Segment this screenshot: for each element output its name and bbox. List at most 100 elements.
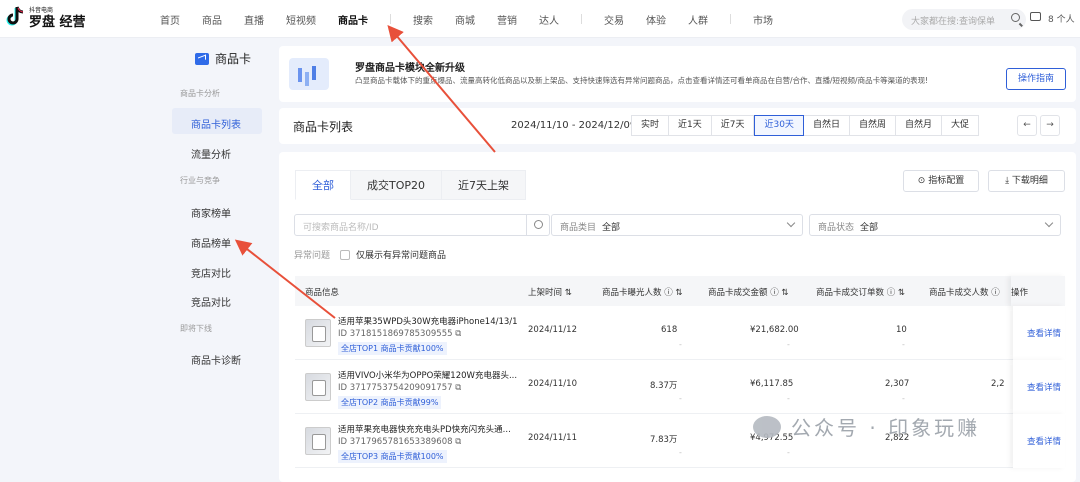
period-1-day[interactable]: 近1天 <box>669 115 712 136</box>
sidebar-group-industry-competition: 行业与竞争 <box>180 176 220 185</box>
listing-date: 2024/11/11 <box>528 433 577 443</box>
period-natural-month[interactable]: 自然月 <box>895 115 942 136</box>
sidebar-group-product-card-analysis: 商品卡分析 <box>180 89 220 98</box>
guide-button[interactable]: 操作指南 <box>1006 68 1066 90</box>
product-thumbnail[interactable] <box>305 319 331 347</box>
abnormal-only-label[interactable]: 仅展示有异常问题商品 <box>356 248 446 261</box>
logo-title: 罗盘 经营 <box>29 15 86 30</box>
view-detail-link[interactable]: 查看详情 <box>1027 435 1061 447</box>
nav-item-mall[interactable]: 商城 <box>455 12 475 27</box>
exposure-compare: - <box>679 394 682 403</box>
abnormal-only-checkbox[interactable] <box>340 249 351 260</box>
nav-item-search[interactable]: 搜索 <box>413 12 433 27</box>
nav-item-marketing[interactable]: 营销 <box>497 12 517 27</box>
logo[interactable]: 抖音电商 罗盘 经营 <box>6 6 86 30</box>
product-id: ID 3717965781653389608 ⧉ <box>338 437 462 447</box>
exposure-compare: - <box>679 448 682 457</box>
col-gmv[interactable]: 商品卡成交金额 ⓘ ⇅ <box>708 286 789 298</box>
nav-item-live[interactable]: 直播 <box>244 12 264 27</box>
period-selector: 实时 近1天 近7天 近30天 自然日 自然周 自然月 大促 <box>631 115 979 136</box>
banner-description: 凸显商品卡载体下的重点爆品、流量高转化低商品以及新上架品、支持快速筛选有异常问题… <box>355 76 929 85</box>
nav-divider <box>730 14 731 24</box>
sidebar-title: 商品卡 <box>195 50 251 67</box>
nav-item-creator[interactable]: 达人 <box>539 12 559 27</box>
period-natural-week[interactable]: 自然周 <box>849 115 896 136</box>
col-buyers[interactable]: 商品卡成交人数 ⓘ <box>929 286 1009 298</box>
gmv-value: ¥21,682.00 <box>750 325 799 335</box>
main-nav: 首页 商品 直播 短视频 商品卡 搜索 商城 营销 达人 交易 体验 人群 市场 <box>160 0 795 38</box>
period-promotion[interactable]: 大促 <box>941 115 979 136</box>
nav-item-home[interactable]: 首页 <box>160 12 180 27</box>
search-icon[interactable] <box>1011 13 1020 22</box>
category-value: 全部 <box>602 223 621 233</box>
metric-config-button[interactable]: ⊙ 指标配置 <box>903 170 979 192</box>
gmv-value: ¥6,117.85 <box>750 379 794 389</box>
sidebar-item-product-compare[interactable]: 竞品对比 <box>172 286 262 312</box>
nav-item-market[interactable]: 市场 <box>753 12 773 27</box>
col-listing-date[interactable]: 上架时间 ⇅ <box>528 286 572 298</box>
nav-item-experience[interactable]: 体验 <box>646 12 666 27</box>
search-icon[interactable] <box>534 220 543 229</box>
product-name[interactable]: 适用VIVO小米华为OPPO荣耀120W充电器头... <box>338 369 518 381</box>
date-range[interactable]: 2024/11/10 - 2024/12/09 <box>511 120 636 131</box>
period-30-days[interactable]: 近30天 <box>754 115 804 136</box>
col-action: 操作 <box>1011 276 1065 306</box>
table-row: 适用VIVO小米华为OPPO荣耀120W充电器头... ID 371775375… <box>295 360 1065 414</box>
col-orders[interactable]: 商品卡成交订单数 ⓘ ⇅ <box>816 286 905 298</box>
sidebar-item-store-compare[interactable]: 竞店对比 <box>172 257 262 283</box>
page-title: 商品卡列表 <box>293 120 354 134</box>
nav-item-short-video[interactable]: 短视频 <box>286 12 316 27</box>
wechat-icon <box>753 415 781 438</box>
table-row: 适用苹果35WPD头30W充电器iPhone14/13/11... ID 371… <box>295 306 1065 360</box>
sidebar-item-product-card-diagnosis[interactable]: 商品卡诊断 <box>172 344 262 370</box>
product-thumbnail[interactable] <box>305 373 331 401</box>
tab-all[interactable]: 全部 <box>295 170 351 200</box>
product-name[interactable]: 适用苹果充电器快充充电头PD快充闪充头通... <box>338 423 518 435</box>
chevron-down-icon <box>786 218 796 228</box>
col-exposure[interactable]: 商品卡曝光人数 ⓘ ⇅ <box>602 286 683 298</box>
sidebar-item-merchant-ranking[interactable]: 商家榜单 <box>172 197 262 223</box>
product-name[interactable]: 适用苹果35WPD头30W充电器iPhone14/13/11... <box>338 315 518 327</box>
col-action-label: 操作 <box>1011 288 1029 298</box>
nav-item-trade[interactable]: 交易 <box>604 12 624 27</box>
exposure-value: 8.37万 <box>650 381 678 391</box>
category-select[interactable]: 商品类目 全部 <box>551 214 803 236</box>
watermark: 公众号 · 印象玩赚 <box>753 412 980 441</box>
list-tabs: 全部 成交TOP20 近7天上架 <box>295 170 527 200</box>
next-period-button[interactable]: → <box>1040 115 1060 136</box>
period-natural-day[interactable]: 自然日 <box>803 115 850 136</box>
product-search-input[interactable]: 可搜索商品名称/ID <box>294 214 550 236</box>
user-menu[interactable]: ‍8 个人 <box>1048 12 1075 25</box>
nav-item-product-card[interactable]: 商品卡 <box>338 12 368 27</box>
search-divider <box>526 215 527 235</box>
sidebar-item-traffic-analysis[interactable]: 流量分析 <box>172 138 262 164</box>
sidebar-item-product-card-list[interactable]: 商品卡列表 <box>172 108 262 134</box>
watermark-text: 公众号 · 印象玩赚 <box>791 416 981 440</box>
message-icon[interactable] <box>1030 12 1041 21</box>
sidebar-item-product-ranking[interactable]: 商品榜单 <box>172 227 262 253</box>
table-header: 商品信息 上架时间 ⇅ 商品卡曝光人数 ⓘ ⇅ 商品卡成交金额 ⓘ ⇅ 商品卡成… <box>295 276 1065 306</box>
tab-new-7-days[interactable]: 近7天上架 <box>442 170 527 200</box>
chart-trend-icon <box>195 52 209 65</box>
period-realtime[interactable]: 实时 <box>631 115 670 136</box>
tab-top20[interactable]: 成交TOP20 <box>351 170 443 200</box>
sidebar-title-label: 商品卡 <box>215 52 252 66</box>
product-thumbnail[interactable] <box>305 427 331 455</box>
prev-period-button[interactable]: ← <box>1017 115 1037 136</box>
global-search-input[interactable]: 大家都在搜:查询保单 <box>902 9 1026 30</box>
exposure-value: 7.83万 <box>650 435 678 445</box>
period-7-days[interactable]: 近7天 <box>711 115 755 136</box>
nav-item-audience[interactable]: 人群 <box>688 12 708 27</box>
status-select[interactable]: 商品状态 全部 <box>809 214 1061 236</box>
abnormal-filter: 异常问题 仅展示有异常问题商品 <box>294 248 446 261</box>
status-value: 全部 <box>860 223 879 233</box>
orders-compare: - <box>902 340 905 349</box>
view-detail-link[interactable]: 查看详情 <box>1027 327 1061 339</box>
buyers-value: 2,2 <box>991 379 1005 389</box>
orders-compare: - <box>902 394 905 403</box>
banner-title: 罗盘商品卡模块全新升级 <box>355 63 465 74</box>
product-rank-tag: 全店TOP2 商品卡贡献99% <box>338 396 442 409</box>
download-detail-button[interactable]: ⤓ 下载明细 <box>988 170 1065 192</box>
view-detail-link[interactable]: 查看详情 <box>1027 381 1061 393</box>
nav-item-product[interactable]: 商品 <box>202 12 222 27</box>
